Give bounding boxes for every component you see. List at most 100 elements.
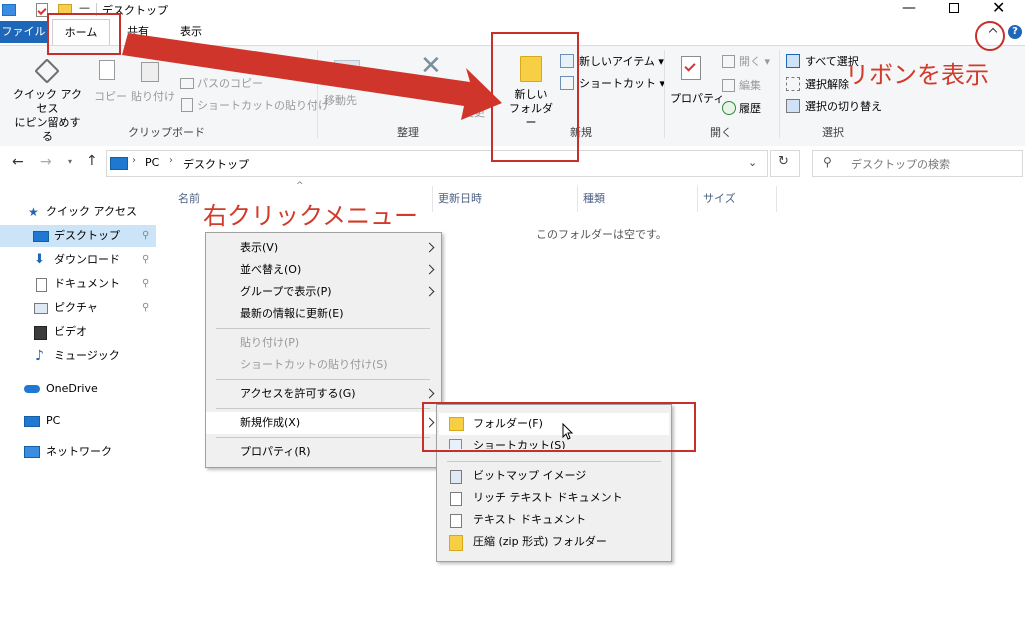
menu-item-sort[interactable]: 並べ替え(O) [206,259,441,281]
column-header-modified[interactable]: 更新日時 [438,190,482,208]
select-group-label: 選択 [822,126,844,139]
cloud-icon [24,385,40,393]
picture-icon [34,303,48,314]
explorer-app-icon[interactable] [2,4,16,16]
pin-icon: ⚲ [142,254,150,265]
history-button[interactable]: 履歴 [722,99,782,117]
column-divider[interactable] [697,186,698,212]
nav-quick-access[interactable]: ★ クイック アクセス [20,201,156,223]
menu-item-group-by[interactable]: グループで表示(P) [206,281,441,303]
menu-separator [216,408,430,409]
column-header-type[interactable]: 種類 [583,190,605,208]
pin-icon: ⚲ [142,302,150,313]
nav-downloads[interactable]: ⬇ ダウンロード ⚲ [0,249,156,271]
properties-button[interactable]: プロパティ [670,52,724,112]
column-divider[interactable] [577,186,578,212]
rtf-document-icon [450,492,462,506]
copy-icon [99,60,115,80]
breadcrumb-desktop[interactable]: デスクトップ [183,156,249,172]
open-group-label: 開く [710,126,732,139]
menu-item-paste[interactable]: 貼り付け(P) [206,332,441,354]
breadcrumb-pc[interactable]: PC [145,156,159,169]
pin-icon [34,58,60,84]
edit-button[interactable]: 編集 [722,76,782,94]
nav-label: デスクトップ [54,229,120,242]
search-field[interactable]: ⚲ デスクトップの検索 [812,150,1023,177]
nav-music[interactable]: ♪ ミュージック [0,345,156,367]
group-divider [779,50,780,138]
open-label: 開く ▾ [739,55,771,68]
column-divider[interactable] [432,186,433,212]
menu-item-new[interactable]: 新規作成(X) [206,412,441,434]
nav-documents[interactable]: ドキュメント ⚲ [0,273,156,295]
nav-label: ダウンロード [54,253,120,266]
nav-videos[interactable]: ビデオ [0,321,156,343]
edit-icon [722,79,735,92]
recent-locations-chevron-icon[interactable]: ▾ [68,157,72,166]
help-icon[interactable]: ? [1008,25,1022,39]
annotation-box-home-tab [47,13,121,55]
menu-separator [216,437,430,438]
column-header-size[interactable]: サイズ [703,190,736,208]
menu-item-paste-shortcut[interactable]: ショートカットの貼り付け(S) [206,354,441,376]
pin-quick-access-label: クイック アクセス にピン留めする [13,88,82,143]
tab-file[interactable]: ファイル [0,21,47,43]
annotation-show-ribbon-text: リボンを表示 [845,61,989,89]
refresh-button[interactable]: ↻ [770,150,800,177]
annotation-arrow [122,33,502,120]
pc-icon [24,416,40,427]
nav-pictures[interactable]: ピクチャ ⚲ [0,297,156,319]
desktop-icon [33,231,49,242]
open-button[interactable]: 開く ▾ [722,52,782,70]
address-dropdown-icon[interactable]: ⌄ [748,156,757,169]
properties-icon [681,56,701,80]
organize-group-label: 整理 [397,126,419,139]
nav-label: ビデオ [54,325,87,338]
forward-arrow-icon[interactable]: → [40,154,52,170]
document-icon [36,278,47,292]
nav-label: ネットワーク [46,445,112,458]
submenu-arrow-icon [424,388,435,399]
nav-network[interactable]: ネットワーク [0,441,156,463]
pc-icon [110,157,128,170]
submenu-arrow-icon [424,242,435,253]
menu-item-properties[interactable]: プロパティ(R) [206,441,441,463]
select-none-label: 選択解除 [805,78,849,91]
group-divider [664,50,665,138]
search-icon: ⚲ [823,155,832,169]
address-bar[interactable]: › PC › デスクトップ ⌄ [106,150,768,177]
menu-item-view[interactable]: 表示(V) [206,237,441,259]
annotation-right-click-menu-text: 右クリックメニュー [203,202,419,230]
refresh-icon: ↻ [778,154,789,169]
submenu-item-bitmap[interactable]: ビットマップ イメージ [439,465,669,487]
invert-selection-label: 選択の切り替え [805,100,882,113]
invert-selection-button[interactable]: 選択の切り替え [786,97,896,115]
column-header-name[interactable]: 名前 [178,190,200,208]
pin-quick-access-button[interactable]: クイック アクセス にピン留めする [10,58,85,143]
column-divider[interactable] [776,186,777,212]
close-icon[interactable]: ✕ [992,0,1005,17]
nav-desktop[interactable]: デスクトップ ⚲ [0,225,156,247]
maximize-icon[interactable] [949,3,959,13]
nav-onedrive[interactable]: OneDrive [0,378,156,400]
new-item-label: 新しいアイテム ▾ [579,55,664,68]
submenu-item-text[interactable]: テキスト ドキュメント [439,509,669,531]
nav-label: ドキュメント [54,277,120,290]
nav-label: クイック アクセス [46,205,137,218]
clipboard-group-label: クリップボード [128,126,205,139]
nav-pc[interactable]: PC [0,410,156,432]
context-menu: 表示(V) 並べ替え(O) グループで表示(P) 最新の情報に更新(E) 貼り付… [205,232,442,468]
menu-item-refresh[interactable]: 最新の情報に更新(E) [206,303,441,325]
easy-access-label: ショートカット ▾ [579,77,666,90]
back-arrow-icon[interactable]: ← [12,154,24,170]
menu-separator [216,328,430,329]
history-label: 履歴 [739,102,761,115]
menu-item-give-access[interactable]: アクセスを許可する(G) [206,383,441,405]
select-all-icon [786,54,800,68]
submenu-item-rtf[interactable]: リッチ テキスト ドキュメント [439,487,669,509]
submenu-item-zip[interactable]: 圧縮 (zip 形式) フォルダー [439,531,669,553]
minimize-icon[interactable]: — [902,0,916,16]
up-arrow-icon[interactable]: ↑ [86,153,98,169]
music-note-icon: ♪ [35,348,44,364]
open-icon [722,55,735,68]
